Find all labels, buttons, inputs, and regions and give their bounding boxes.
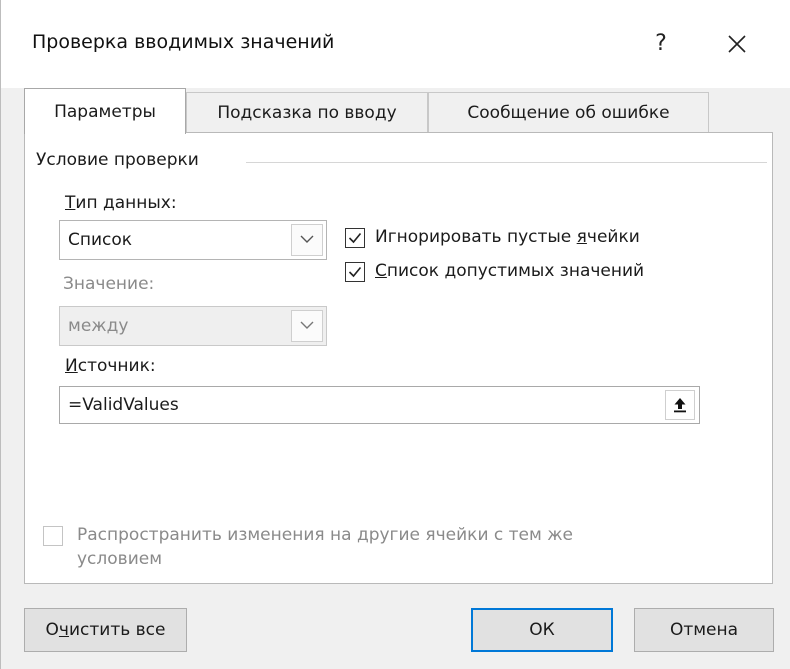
data-type-dropdown-button[interactable] <box>291 224 323 256</box>
chevron-down-icon <box>300 235 314 243</box>
tab-input-message[interactable]: Подсказка по вводу <box>186 92 428 132</box>
tab-parameters[interactable]: Параметры <box>24 88 186 134</box>
tab-input-message-label: Подсказка по вводу <box>217 103 397 123</box>
clear-all-button[interactable]: Очистить все <box>24 608 187 652</box>
help-button[interactable]: ? <box>641 24 681 64</box>
in-cell-dropdown-checkbox[interactable] <box>345 262 365 282</box>
operator-label: Значение: <box>63 274 155 294</box>
help-icon: ? <box>655 31 667 56</box>
source-label: Источник: <box>65 356 156 376</box>
close-button[interactable] <box>715 24 759 64</box>
operator-select[interactable]: между <box>59 306 327 346</box>
apply-to-all-label: Распространить изменения на другие ячейк… <box>77 523 717 571</box>
cancel-button-label: Отмена <box>669 620 739 640</box>
data-type-label: Тип данных: <box>65 193 177 213</box>
apply-to-all-label-line1: Распространить изменения на другие ячейк… <box>77 525 574 545</box>
ok-button[interactable]: ОК <box>471 608 613 652</box>
collapse-dialog-icon <box>674 398 686 413</box>
cancel-button[interactable]: Отмена <box>634 608 774 652</box>
in-cell-dropdown-label: Список допустимых значений <box>375 261 645 281</box>
data-validation-dialog: Проверка вводимых значений ? Параметры П… <box>0 0 790 669</box>
source-value: =ValidValues <box>68 395 179 415</box>
title-bar: Проверка вводимых значений ? <box>1 0 790 88</box>
ok-button-label: ОК <box>529 620 555 640</box>
data-type-select[interactable]: Список <box>59 220 327 260</box>
apply-to-all-label-line2: условием <box>77 549 163 569</box>
dialog-title: Проверка вводимых значений <box>32 31 335 53</box>
data-type-value: Список <box>68 230 133 250</box>
source-input[interactable]: =ValidValues <box>59 386 700 424</box>
close-icon <box>728 35 746 53</box>
group-divider <box>246 162 767 163</box>
ignore-blank-label: Игнорировать пустые ячейки <box>375 227 640 247</box>
tab-error-alert-label: Сообщение об ошибке <box>467 103 670 123</box>
operator-dropdown-button[interactable] <box>291 310 323 342</box>
ignore-blank-checkbox[interactable] <box>345 228 365 248</box>
chevron-down-icon <box>300 321 314 329</box>
operator-value: между <box>68 316 129 336</box>
apply-to-all-checkbox[interactable] <box>43 526 63 546</box>
group-validation-criteria-label: Условие проверки <box>36 150 205 170</box>
collapse-dialog-button[interactable] <box>665 390 695 420</box>
check-icon <box>348 232 362 244</box>
tab-error-alert[interactable]: Сообщение об ошибке <box>428 92 709 132</box>
check-icon <box>348 266 362 278</box>
tab-parameters-label: Параметры <box>54 102 156 122</box>
